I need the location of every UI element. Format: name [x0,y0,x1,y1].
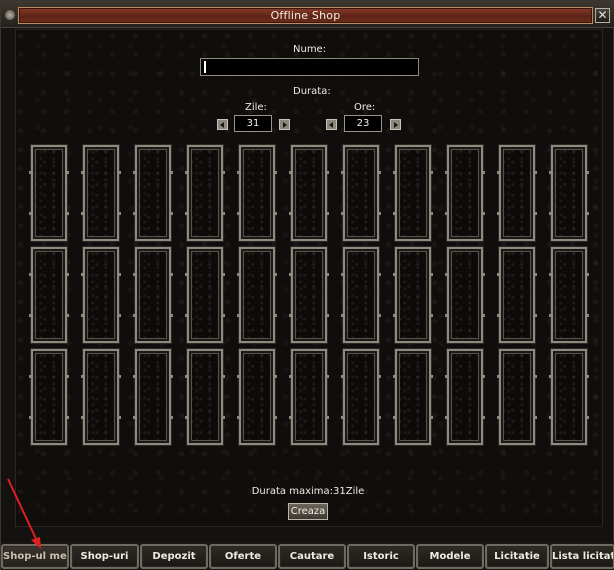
bottom-tab-bar: Shop-ul meu Shop-uri Depozit Oferte Cautare I… [1,542,614,570]
item-slot[interactable] [237,247,277,343]
item-slot[interactable] [549,247,589,343]
shop-name-input[interactable] [200,58,419,76]
text-caret [204,61,206,73]
item-slot[interactable] [81,349,121,445]
item-slot[interactable] [185,349,225,445]
item-slot[interactable] [133,349,173,445]
item-slot[interactable] [393,349,433,445]
item-slot[interactable] [393,145,433,241]
item-slot[interactable] [185,247,225,343]
hours-label: Ore: [354,102,376,113]
item-slot[interactable] [81,247,121,343]
item-slot[interactable] [289,247,329,343]
days-increase-arrow-icon[interactable] [279,119,290,130]
item-slot[interactable] [185,145,225,241]
tab-shop-ul-meu[interactable]: Shop-ul meu [1,544,69,569]
tab-cautare[interactable]: Cautare [278,544,346,569]
hours-value-field[interactable]: 23 [344,115,382,132]
item-slot[interactable] [29,349,69,445]
item-slot[interactable] [445,247,485,343]
item-slot[interactable] [289,349,329,445]
item-slot[interactable] [289,145,329,241]
hours-decrease-arrow-icon[interactable] [326,119,337,130]
close-button[interactable]: ✕ [595,8,610,23]
item-slot[interactable] [237,349,277,445]
tab-oferte[interactable]: Oferte [209,544,277,569]
tab-modele[interactable]: Modele [416,544,484,569]
item-slot[interactable] [393,247,433,343]
item-slot[interactable] [29,247,69,343]
item-slot[interactable] [549,349,589,445]
title-bar[interactable]: Offline Shop ✕ [1,1,614,28]
item-slot[interactable] [549,145,589,241]
tab-lista-licitatie[interactable]: Lista licitatie [550,544,614,569]
tab-depozit[interactable]: Depozit [140,544,208,569]
days-label: Zile: [245,102,267,113]
create-button[interactable]: Creaza [288,503,328,520]
item-slot[interactable] [497,145,537,241]
hours-increase-arrow-icon[interactable] [390,119,401,130]
item-slot[interactable] [445,349,485,445]
item-slot[interactable] [497,349,537,445]
item-slot[interactable] [445,145,485,241]
days-value-field[interactable]: 31 [234,115,272,132]
duration-label: Durata: [293,86,331,97]
item-slot[interactable] [497,247,537,343]
window-title: Offline Shop [270,9,341,22]
offline-shop-window: Offline Shop ✕ Nume: Durata: Zile: 31 Or… [0,0,614,570]
tab-shop-uri[interactable]: Shop-uri [70,544,139,569]
item-slot[interactable] [81,145,121,241]
tab-istoric[interactable]: Istoric [347,544,415,569]
item-slot[interactable] [29,145,69,241]
title-grip-icon [5,10,15,20]
item-slot[interactable] [341,349,381,445]
tab-licitatie[interactable]: Licitatie [485,544,549,569]
item-slot[interactable] [133,145,173,241]
item-slot[interactable] [341,247,381,343]
item-slot[interactable] [341,145,381,241]
days-decrease-arrow-icon[interactable] [217,119,228,130]
item-slot[interactable] [133,247,173,343]
name-label: Nume: [293,44,327,55]
item-slot[interactable] [237,145,277,241]
max-duration-text: Durata maxima:31Zile [251,486,365,497]
title-strip: Offline Shop [18,7,593,24]
